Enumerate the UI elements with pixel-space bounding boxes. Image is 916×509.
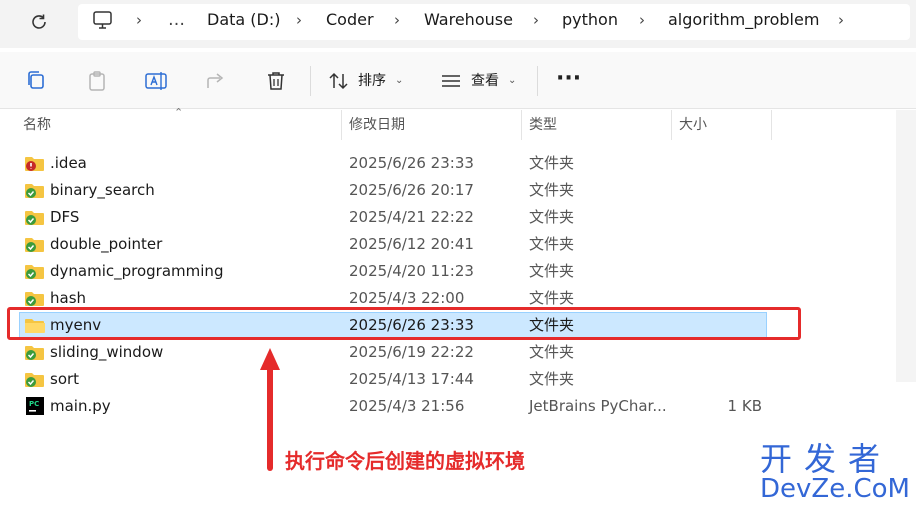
rename-icon[interactable] xyxy=(143,68,169,94)
chevron-right-icon: › xyxy=(136,11,142,29)
chevron-right-icon[interactable]: › xyxy=(838,10,844,30)
refresh-icon[interactable] xyxy=(27,10,51,34)
more-crumbs-icon[interactable]: … xyxy=(168,10,185,30)
chevron-right-icon: › xyxy=(394,11,400,29)
file-date: 2025/6/26 23:33 xyxy=(349,154,474,172)
folder-synced-icon xyxy=(25,184,44,198)
file-date: 2025/4/13 17:44 xyxy=(349,370,474,388)
file-date: 2025/4/21 22:22 xyxy=(349,208,474,226)
file-type: JetBrains PyChar... xyxy=(529,397,667,415)
breadcrumb-item[interactable]: python xyxy=(562,10,618,30)
delete-icon[interactable] xyxy=(263,68,289,94)
sort-ascending-icon: ⌃ xyxy=(174,106,184,119)
column-header-type[interactable]: 类型 xyxy=(529,116,557,134)
chevron-right-icon: › xyxy=(639,11,645,29)
pycharm-file-icon: PC xyxy=(26,397,44,415)
toolbar-divider xyxy=(310,66,311,96)
more-options-icon[interactable]: ··· xyxy=(556,66,581,92)
file-type: 文件夹 xyxy=(529,208,575,226)
annotation-text: 执行命令后创建的虚拟环境 xyxy=(285,449,525,473)
breadcrumb-item[interactable]: Coder xyxy=(326,10,374,30)
toolbar-divider xyxy=(537,66,538,96)
paste-icon[interactable] xyxy=(84,68,110,94)
chevron-right-icon: › xyxy=(296,11,302,29)
file-type: 文件夹 xyxy=(529,154,575,172)
file-date: 2025/6/19 22:22 xyxy=(349,343,474,361)
file-type: 文件夹 xyxy=(529,343,575,361)
folder-synced-icon xyxy=(25,373,44,387)
breadcrumb-item[interactable]: algorithm_problem xyxy=(668,10,819,30)
file-date: 2025/6/26 20:17 xyxy=(349,181,474,199)
file-date: 2025/4/3 22:00 xyxy=(349,289,465,307)
file-name[interactable]: sliding_window xyxy=(50,342,163,362)
view-icon[interactable] xyxy=(440,72,462,90)
folder-synced-icon xyxy=(25,211,44,225)
chevron-right-icon: › xyxy=(533,11,539,29)
file-date: 2025/4/20 11:23 xyxy=(349,262,474,280)
highlight-box xyxy=(7,307,801,340)
annotation-arrow-icon xyxy=(260,348,280,471)
file-type: 文件夹 xyxy=(529,181,575,199)
file-size: 1 KB xyxy=(727,397,762,415)
share-icon[interactable] xyxy=(203,68,229,94)
file-type: 文件夹 xyxy=(529,370,575,388)
file-date: 2025/6/12 20:41 xyxy=(349,235,474,253)
sort-button[interactable]: 排序 xyxy=(358,72,386,90)
scrollbar[interactable] xyxy=(896,110,916,382)
file-type: 文件夹 xyxy=(529,235,575,253)
file-date: 2025/4/3 21:56 xyxy=(349,397,465,415)
folder-synced-icon xyxy=(25,292,44,306)
svg-text:PC: PC xyxy=(29,400,39,408)
file-name[interactable]: dynamic_programming xyxy=(50,261,223,281)
file-name[interactable]: double_pointer xyxy=(50,234,162,254)
folder-synced-icon xyxy=(25,346,44,360)
chevron-down-icon[interactable]: ⌄ xyxy=(395,72,403,90)
view-button[interactable]: 查看 xyxy=(471,72,499,90)
watermark-text: 开发者 xyxy=(760,440,893,478)
file-name[interactable]: binary_search xyxy=(50,180,155,200)
folder-synced-icon xyxy=(25,238,44,252)
copy-icon[interactable] xyxy=(23,68,49,94)
folder-synced-icon xyxy=(25,265,44,279)
column-divider[interactable] xyxy=(521,110,522,140)
folder-error-icon xyxy=(25,157,44,171)
file-name[interactable]: hash xyxy=(50,288,86,308)
computer-icon[interactable] xyxy=(92,10,114,30)
column-divider[interactable] xyxy=(341,110,342,140)
sort-icon[interactable] xyxy=(328,71,350,91)
column-header-name[interactable]: 名称 xyxy=(23,116,51,134)
column-header-size[interactable]: 大小 xyxy=(679,116,707,134)
file-type: 文件夹 xyxy=(529,289,575,307)
column-divider[interactable] xyxy=(771,110,772,140)
watermark-text: DevZe.CoM xyxy=(760,474,910,504)
column-divider[interactable] xyxy=(671,110,672,140)
file-name[interactable]: sort xyxy=(50,369,79,389)
breadcrumb-item[interactable]: Data (D:) xyxy=(207,10,280,30)
column-header-date[interactable]: 修改日期 xyxy=(349,116,405,134)
file-name[interactable]: main.py xyxy=(50,396,111,416)
chevron-down-icon[interactable]: ⌄ xyxy=(508,72,516,90)
file-type: 文件夹 xyxy=(529,262,575,280)
breadcrumb-item[interactable]: Warehouse xyxy=(424,10,513,30)
file-name[interactable]: .idea xyxy=(50,153,87,173)
file-name[interactable]: DFS xyxy=(50,207,79,227)
